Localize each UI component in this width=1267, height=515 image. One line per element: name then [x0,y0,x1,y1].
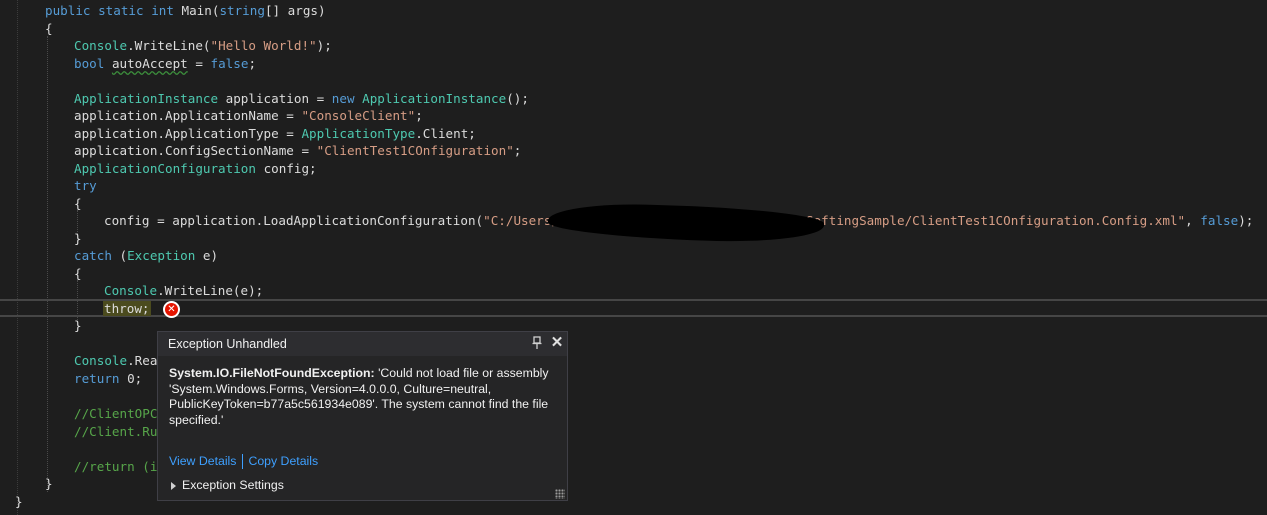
exception-type: System.IO.FileNotFoundException: [169,366,375,380]
popup-links: View Details Copy Details [169,454,318,470]
throw-statement: throw; [103,301,151,316]
code-line[interactable]: catch (Exception e) [74,247,218,264]
code-line[interactable]: } [15,493,23,510]
code-line[interactable]: return 0; [74,370,142,387]
code-line[interactable]: bool autoAccept = false; [74,55,256,72]
code-line[interactable]: } [45,475,53,492]
close-icon[interactable]: ✕ [549,334,565,352]
code-line[interactable]: application.ApplicationType = Applicatio… [74,125,476,142]
redaction-mark [547,201,825,245]
exception-settings-label: Exception Settings [182,478,284,492]
current-statement-line[interactable]: throw; [103,300,151,317]
outline-guide [17,0,18,515]
code-line[interactable]: { [74,195,82,212]
code-line[interactable]: //return (i [74,458,157,475]
code-line[interactable]: Console.Rea [74,352,157,369]
exception-message: System.IO.FileNotFoundException: 'Could … [169,366,549,428]
code-line[interactable]: } [74,230,82,247]
resize-grip-icon[interactable] [555,489,565,499]
link-separator [242,454,244,470]
code-line[interactable]: try [74,177,97,194]
code-line[interactable]: public static int Main(string[] args) [45,2,326,19]
exception-helper-popup: Exception Unhandled ✕ System.IO.FileNotF… [157,331,568,501]
code-line[interactable]: ApplicationConfiguration config; [74,160,317,177]
code-line[interactable]: Console.WriteLine(e); [104,282,263,299]
popup-header: Exception Unhandled ✕ [158,332,567,356]
indent-guide [47,36,48,492]
current-statement-highlight [0,299,1267,317]
popup-title: Exception Unhandled [168,337,287,351]
code-line[interactable]: config = application.LoadApplicationConf… [104,212,567,229]
code-line[interactable]: { [45,20,53,37]
code-line[interactable]: application.ConfigSectionName = "ClientT… [74,142,521,159]
code-line[interactable]: Console.WriteLine("Hello World!"); [74,37,332,54]
view-details-link[interactable]: View Details [169,454,236,468]
code-line[interactable]: { [74,265,82,282]
code-line[interactable]: application.ApplicationName = "ConsoleCl… [74,107,423,124]
code-line[interactable]: //ClientOPC [74,405,157,422]
code-line[interactable]: } [74,317,82,334]
exception-settings-expander[interactable]: Exception Settings [171,478,284,492]
pin-icon[interactable] [530,335,544,351]
copy-details-link[interactable]: Copy Details [248,454,318,468]
code-line[interactable]: ApplicationInstance application = new Ap… [74,90,529,107]
error-circle-icon[interactable]: ✕ [163,301,180,318]
code-line-tail[interactable]: SoftingSample/ClientTest1COnfiguration.C… [806,212,1253,229]
code-line[interactable]: //Client.Ru [74,423,157,440]
expand-triangle-icon[interactable] [171,481,176,490]
